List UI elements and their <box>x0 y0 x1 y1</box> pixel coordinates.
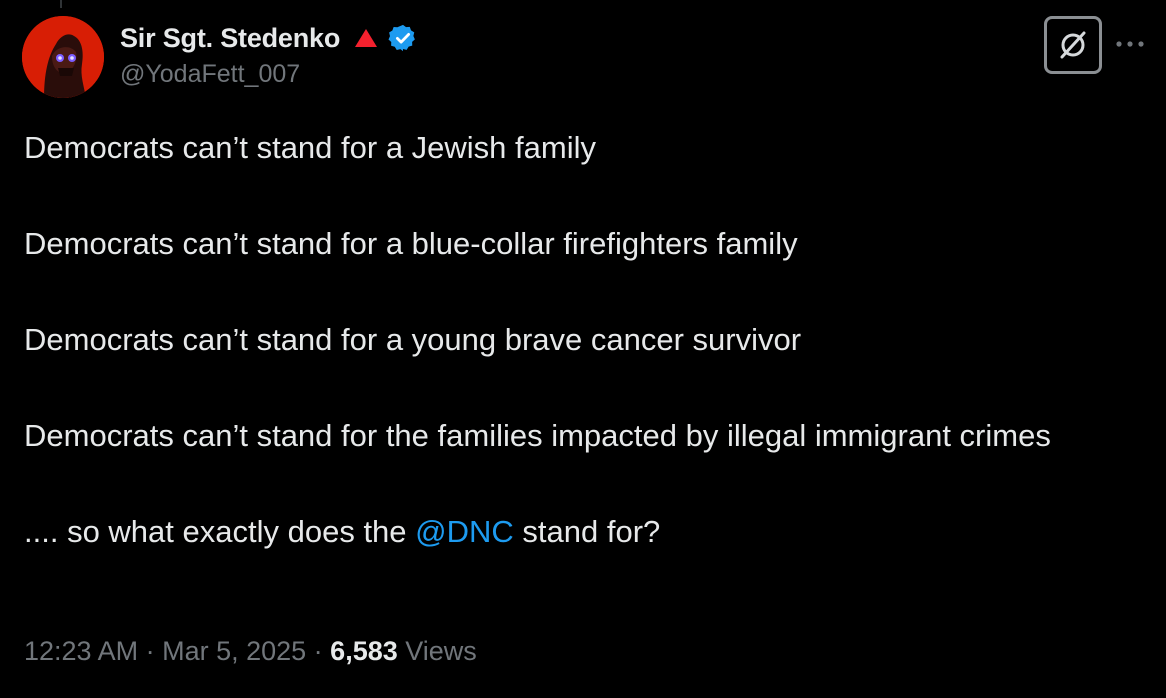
tweet-line: Democrats can’t stand for the families i… <box>24 418 1051 453</box>
avatar[interactable] <box>22 16 104 98</box>
display-name[interactable]: Sir Sgt. Stedenko <box>120 23 340 54</box>
more-button[interactable] <box>1112 30 1148 58</box>
meta-separator: · <box>138 636 163 666</box>
views-label: Views <box>397 636 477 666</box>
closing-prefix: .... so what exactly does the <box>24 514 416 549</box>
name-row: Sir Sgt. Stedenko <box>120 20 418 56</box>
grok-icon <box>1060 31 1086 59</box>
handle[interactable]: @YodaFett_007 <box>120 60 418 89</box>
tweet-meta: 12:23 AM · Mar 5, 2025 · 6,583 Views <box>24 636 477 667</box>
timestamp[interactable]: 12:23 AM <box>24 636 138 666</box>
tweet-text: Democrats can’t stand for a Jewish famil… <box>24 124 1124 556</box>
more-icon <box>1116 41 1144 47</box>
thread-connector-line <box>60 0 62 8</box>
tweet-closing-line: .... so what exactly does the @DNC stand… <box>24 508 1124 556</box>
meta-separator: · <box>306 636 331 666</box>
verified-badge-icon[interactable] <box>388 23 418 53</box>
tweet-header: Sir Sgt. Stedenko @YodaFett_007 <box>22 16 1144 98</box>
mention-link[interactable]: @DNC <box>415 514 514 549</box>
views-count: 6,583 <box>330 636 398 666</box>
avatar-icon <box>22 16 104 98</box>
author-names: Sir Sgt. Stedenko @YodaFett_007 <box>120 20 418 89</box>
date[interactable]: Mar 5, 2025 <box>162 636 306 666</box>
grok-button[interactable] <box>1044 16 1102 74</box>
tweet-line: Democrats can’t stand for a young brave … <box>24 322 802 357</box>
tweet-line: Democrats can’t stand for a Jewish famil… <box>24 130 596 165</box>
closing-suffix: stand for? <box>513 514 661 549</box>
red-triangle-icon <box>354 28 378 48</box>
tweet-line: Democrats can’t stand for a blue-collar … <box>24 226 798 261</box>
